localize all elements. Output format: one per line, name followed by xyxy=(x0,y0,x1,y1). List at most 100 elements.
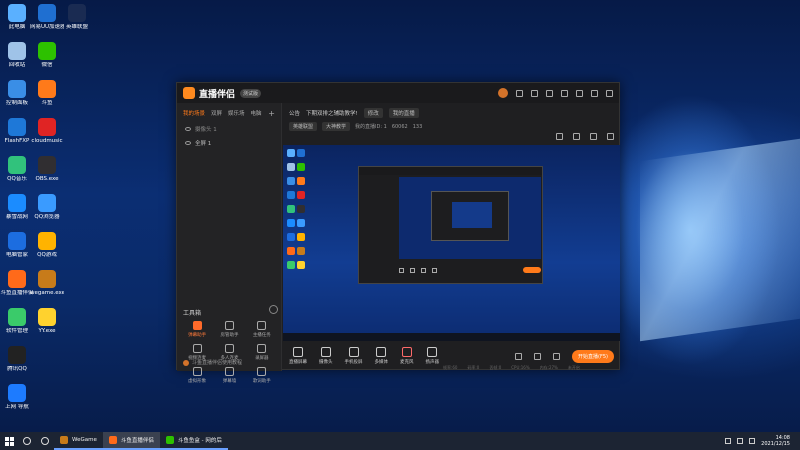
phone-cast-button[interactable]: 手机投屏 xyxy=(345,347,363,365)
streamer-avatar xyxy=(183,359,189,366)
tab-computer[interactable]: 电脑 xyxy=(251,109,262,118)
app-icon xyxy=(38,270,56,288)
source-row[interactable]: 全屏 1 xyxy=(177,136,281,150)
eye-icon[interactable] xyxy=(185,127,191,131)
desktop-icon[interactable]: 腾讯QQ xyxy=(0,346,34,373)
desktop-icon[interactable]: 暴雪战网 xyxy=(0,194,34,221)
tab-dual-screen[interactable]: 双屏 xyxy=(211,109,222,118)
eye-icon[interactable] xyxy=(185,141,191,145)
settings-icon[interactable] xyxy=(546,89,553,97)
search-button[interactable] xyxy=(18,432,36,450)
desktop-icon[interactable]: QQ音乐 xyxy=(0,156,34,183)
gear-icon[interactable] xyxy=(553,352,561,360)
media-button[interactable]: 多媒体 xyxy=(375,347,388,365)
preview-icon xyxy=(296,261,305,269)
tool-item[interactable]: 弹幕助手 xyxy=(181,321,213,338)
monitor-icon xyxy=(293,347,303,357)
user-avatar[interactable] xyxy=(498,88,508,98)
preview-desktop-icons xyxy=(287,149,311,275)
desktop-icon[interactable]: 软件管理 xyxy=(0,308,34,335)
microphone-button[interactable]: 麦克风 xyxy=(400,347,414,365)
tool-item[interactable]: 录屏器 xyxy=(246,344,278,361)
menu-icon[interactable] xyxy=(561,89,568,97)
sync-icon[interactable] xyxy=(534,352,542,360)
tool-item[interactable]: 主播任务 xyxy=(246,321,278,338)
chevron-up-icon[interactable] xyxy=(725,438,732,444)
stream-preview[interactable] xyxy=(283,145,620,341)
record-icon[interactable] xyxy=(515,352,523,360)
desktop-icon[interactable]: YY.exe xyxy=(30,308,64,335)
desktop-icon-label: 斗鱼 xyxy=(41,100,53,106)
tag-chip[interactable]: 英雄联盟 xyxy=(289,122,318,131)
preview-icon xyxy=(287,149,295,157)
gift-icon[interactable] xyxy=(573,133,580,140)
desktop-icon[interactable]: 电脑管家 xyxy=(0,232,34,259)
minimize-icon[interactable] xyxy=(576,89,583,97)
skin-icon[interactable] xyxy=(516,89,523,97)
desktop-icon[interactable]: 斗鱼直播伴侣 xyxy=(0,270,34,297)
category-select[interactable]: 我的直播 xyxy=(388,108,419,118)
tool-item[interactable]: 歌词助手 xyxy=(246,367,278,384)
close-icon[interactable] xyxy=(606,89,613,97)
taskbar-app-icon xyxy=(60,436,68,444)
app-icon xyxy=(8,80,26,98)
preview-icon xyxy=(296,163,305,171)
lock-icon[interactable] xyxy=(556,133,563,140)
source-row[interactable]: 摄像头 1 xyxy=(177,122,281,136)
room-footer[interactable]: 斗鱼直播伴侣使用教程 xyxy=(183,359,242,366)
desktop-icon[interactable]: 上网 导航 xyxy=(0,384,34,411)
clock[interactable]: 14:08 2021/12/15 xyxy=(761,435,790,447)
tool-item[interactable]: 弹幕墙 xyxy=(213,367,245,384)
source-label: 摄像头 1 xyxy=(195,127,217,133)
network-icon[interactable] xyxy=(737,438,744,444)
taskbar-app[interactable]: 斗鱼直播伴侣 xyxy=(102,432,160,450)
desktop-icon-label: QQ游戏 xyxy=(37,252,57,258)
desktop-icon[interactable]: OBS.exe xyxy=(30,156,64,183)
desktop-icon[interactable]: QQ游戏 xyxy=(30,232,64,259)
speaker-button[interactable]: 扬声器 xyxy=(426,347,439,365)
edit-button[interactable]: 修改 xyxy=(363,108,383,118)
desktop-icon[interactable]: 网易UU加速器 xyxy=(30,4,64,31)
taskbar-app[interactable]: WeGame xyxy=(54,432,103,450)
tool-item[interactable]: 虚拟形象 xyxy=(181,367,213,384)
announcement-text: 下期双排之辅助教学! xyxy=(306,111,358,117)
add-scene-button[interactable]: + xyxy=(268,109,275,118)
toolbox-grid: 弹幕助手 房管助手 主播任务 视频连麦 多人连麦 录屏器 虚拟形象 弹幕墙 歌词助手 xyxy=(181,321,278,384)
windows-taskbar: WeGame 斗鱼直播伴侣 斗鱼鱼盒 - 网的后 14:08 2021/12/15 xyxy=(0,432,800,450)
volume-tray-icon[interactable] xyxy=(749,438,756,444)
desktop-icon[interactable]: 英雄联盟 xyxy=(60,4,94,31)
desktop-icon[interactable]: 回收站 xyxy=(0,42,34,69)
app-titlebar[interactable]: 直播伴侣 测试版 xyxy=(177,83,619,103)
desktop-icon[interactable]: wegame.exe xyxy=(30,270,64,297)
toolbox-more-button[interactable] xyxy=(269,305,278,314)
announcement-label: 公告 xyxy=(289,111,301,117)
tab-my-scene[interactable]: 我的场景 xyxy=(183,109,205,118)
desktop-icon[interactable]: FlashFXP xyxy=(0,118,34,145)
version-badge: 测试版 xyxy=(240,88,262,98)
app-icon xyxy=(38,42,56,60)
tool-item[interactable]: 房管助手 xyxy=(213,321,245,338)
desktop-icon[interactable]: 微信 xyxy=(30,42,64,69)
clock-date: 2021/12/15 xyxy=(761,441,790,447)
tag-chip[interactable]: 大神教学 xyxy=(322,122,351,131)
desktop-icon-label: 微信 xyxy=(41,62,53,68)
taskbar-app[interactable]: 斗鱼鱼盒 - 网的后 xyxy=(159,432,228,450)
camera-button[interactable]: 摄像头 xyxy=(319,347,333,365)
screen-capture-button[interactable]: 直播屏幕 xyxy=(289,347,307,365)
share-icon[interactable] xyxy=(607,133,614,140)
desktop-icon[interactable]: cloudmusic xyxy=(30,118,64,145)
start-button[interactable] xyxy=(0,432,18,450)
desktop-icon[interactable]: 此电脑 xyxy=(0,4,34,31)
app-icon xyxy=(38,4,56,22)
maximize-icon[interactable] xyxy=(591,89,598,97)
tab-entertainment[interactable]: 娱乐场 xyxy=(228,109,245,118)
desktop-icon[interactable]: 控制面板 xyxy=(0,80,34,107)
desktop-icon-label: OBS.exe xyxy=(35,176,59,182)
message-icon[interactable] xyxy=(531,89,538,97)
task-view-button[interactable] xyxy=(36,432,54,450)
volume-icon[interactable] xyxy=(590,133,597,140)
start-stream-button[interactable]: 开始直播(F5) xyxy=(572,349,614,363)
desktop-icon[interactable]: QQ浏览器 xyxy=(30,194,64,221)
desktop-icon[interactable]: 斗鱼 xyxy=(30,80,64,107)
room-id: 我的直播ID: 1 xyxy=(355,124,387,130)
